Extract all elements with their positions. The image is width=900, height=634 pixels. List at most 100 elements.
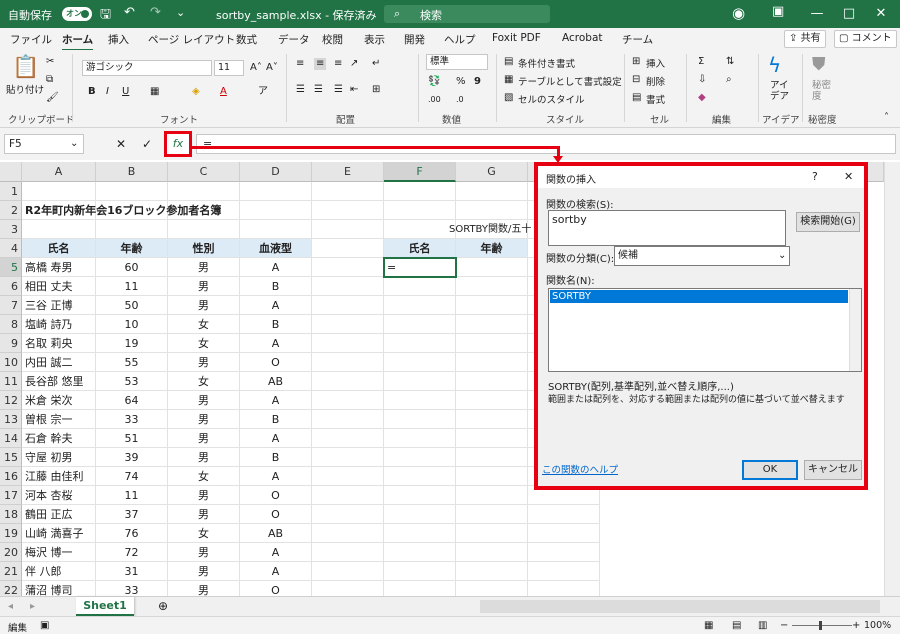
grid-cell[interactable] (384, 353, 456, 372)
grid-cell[interactable] (312, 581, 384, 596)
align-left-icon[interactable]: ☰ (296, 84, 305, 96)
col-header-a[interactable]: A (22, 162, 96, 182)
data-cell[interactable]: 11 (96, 486, 168, 505)
conditional-format-button[interactable]: 条件付き書式 (518, 56, 575, 70)
grid-cell[interactable] (456, 562, 528, 581)
vertical-scrollbar[interactable] (884, 162, 900, 596)
zoom-in-icon[interactable]: + (852, 620, 860, 632)
grid-cell[interactable] (456, 353, 528, 372)
confirm-entry-icon[interactable]: ✓ (142, 138, 152, 150)
row-header[interactable]: 11 (0, 372, 22, 391)
grid-cell[interactable] (22, 220, 96, 239)
tab-home[interactable]: ホーム (62, 32, 94, 51)
zoom-slider[interactable] (792, 625, 852, 626)
cancel-button[interactable]: キャンセル (804, 460, 862, 480)
sort-filter-icon[interactable]: ⇅ (726, 56, 734, 68)
grid-cell[interactable] (312, 410, 384, 429)
align-right-icon[interactable]: ☰ (334, 84, 343, 96)
cell-style-icon[interactable]: ▧ (504, 92, 513, 104)
paste-label[interactable]: 貼り付け (6, 82, 44, 96)
tab-insert[interactable]: 挿入 (108, 32, 129, 47)
tab-view[interactable]: 表示 (364, 32, 385, 47)
data-cell[interactable]: O (240, 353, 312, 372)
data-cell[interactable]: 男 (168, 410, 240, 429)
data-cell[interactable]: A (240, 562, 312, 581)
grid-cell[interactable] (528, 543, 600, 562)
grid-cell[interactable] (312, 258, 384, 277)
paste-icon[interactable]: 📋 (12, 56, 39, 80)
data-cell[interactable]: 74 (96, 467, 168, 486)
data-cell[interactable]: 64 (96, 391, 168, 410)
font-name-select[interactable]: 游ゴシック (82, 60, 212, 76)
row-header[interactable]: 21 (0, 562, 22, 581)
grid-cell[interactable] (312, 524, 384, 543)
data-cell[interactable]: A (240, 334, 312, 353)
grid-cell[interactable] (312, 505, 384, 524)
grid-cell[interactable] (456, 372, 528, 391)
delete-cells-button[interactable]: 削除 (646, 74, 665, 88)
grid-cell[interactable] (168, 182, 240, 201)
out-header-age[interactable]: 年齢 (456, 239, 528, 258)
data-cell[interactable]: O (240, 505, 312, 524)
sensitivity-icon[interactable]: ⛊ (812, 54, 826, 76)
dialog-close-button[interactable]: ✕ (844, 170, 853, 183)
grid-cell[interactable] (384, 505, 456, 524)
category-dropdown-icon[interactable]: ⌄ (778, 250, 786, 261)
table-format-button[interactable]: テーブルとして書式設定 (518, 74, 622, 88)
data-cell[interactable]: AB (240, 372, 312, 391)
fill-icon[interactable]: ⇩ (698, 74, 706, 86)
grid-cell[interactable] (312, 467, 384, 486)
maximize-button[interactable]: □ (834, 4, 864, 24)
data-cell[interactable]: 山崎 満喜子 (22, 524, 96, 543)
prev-sheet-icon[interactable]: ◂ (8, 601, 13, 613)
fill-color-icon[interactable]: ◈ (192, 86, 200, 98)
grid-cell[interactable] (96, 220, 168, 239)
data-cell[interactable]: A (240, 391, 312, 410)
font-color-icon[interactable]: A (220, 86, 227, 98)
grid-cell[interactable] (384, 581, 456, 596)
align-middle-icon[interactable]: ≡ (314, 58, 327, 70)
tab-team[interactable]: チーム (622, 32, 653, 47)
data-cell[interactable]: 蒲沼 博司 (22, 581, 96, 596)
data-cell[interactable]: 男 (168, 562, 240, 581)
cell-style-button[interactable]: セルのスタイル (518, 92, 585, 106)
sheet-title[interactable]: R2年町内新年会16ブロック参加者名簿 (22, 201, 221, 220)
out-header-name[interactable]: 氏名 (384, 239, 456, 258)
ideas-icon[interactable]: ϟ (768, 54, 781, 76)
data-cell[interactable]: 10 (96, 315, 168, 334)
data-cell[interactable]: 曽根 宗一 (22, 410, 96, 429)
header-name[interactable]: 氏名 (22, 239, 96, 258)
grid-cell[interactable] (312, 429, 384, 448)
table-format-icon[interactable]: ▦ (504, 74, 513, 86)
data-cell[interactable]: 塩崎 詩乃 (22, 315, 96, 334)
grid-cell[interactable] (456, 429, 528, 448)
next-sheet-icon[interactable]: ▸ (30, 601, 35, 613)
page-layout-icon[interactable]: ▤ (732, 620, 741, 632)
data-cell[interactable]: 男 (168, 505, 240, 524)
col-header-d[interactable]: D (240, 162, 312, 182)
grid-cell[interactable] (312, 353, 384, 372)
function-list[interactable]: SORTBY (548, 288, 862, 372)
search-function-input[interactable]: sortby (548, 210, 786, 246)
row-header[interactable]: 2 (0, 201, 22, 220)
align-top-icon[interactable]: ≡ (296, 58, 304, 70)
data-cell[interactable]: 19 (96, 334, 168, 353)
data-cell[interactable]: 53 (96, 372, 168, 391)
data-cell[interactable]: 76 (96, 524, 168, 543)
data-cell[interactable]: 33 (96, 410, 168, 429)
data-cell[interactable]: 55 (96, 353, 168, 372)
data-cell[interactable]: 男 (168, 258, 240, 277)
grid-cell[interactable] (312, 448, 384, 467)
collapse-ribbon-icon[interactable]: ˄ (884, 112, 889, 124)
data-cell[interactable]: 51 (96, 429, 168, 448)
grid-cell[interactable] (312, 543, 384, 562)
grid-cell[interactable] (384, 562, 456, 581)
data-cell[interactable]: B (240, 277, 312, 296)
tab-help[interactable]: ヘルプ (444, 32, 476, 47)
function-list-item[interactable]: SORTBY (550, 290, 848, 303)
comment-button[interactable]: ▢ コメント (834, 30, 897, 48)
grid-cell[interactable] (96, 182, 168, 201)
data-cell[interactable]: 江藤 由佳利 (22, 467, 96, 486)
dialog-help-button[interactable]: ? (812, 170, 818, 183)
grid-cell[interactable] (240, 220, 312, 239)
